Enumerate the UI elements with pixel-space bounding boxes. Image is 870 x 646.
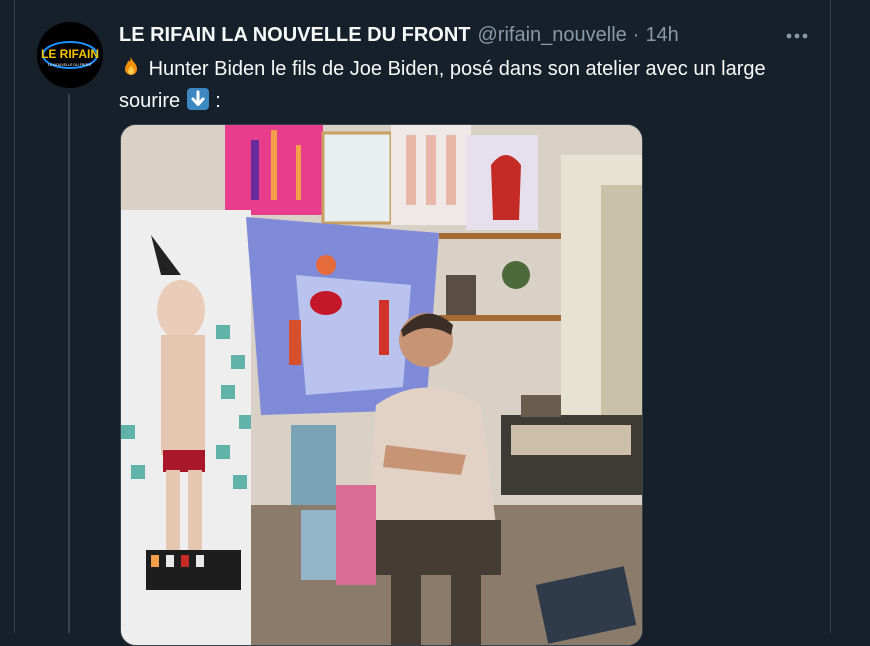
down-arrow-emoji-icon	[186, 87, 210, 119]
timeline-right-border	[830, 0, 831, 633]
tweet-timestamp[interactable]: 14h	[645, 24, 678, 47]
logo-text: LE RIFAIN	[41, 47, 99, 61]
avatar-logo: LE RIFAIN LA NOUVELLE DU FRONT	[37, 22, 103, 88]
studio-photo	[121, 125, 642, 645]
thread-line	[68, 94, 70, 633]
fire-emoji-icon	[119, 55, 143, 87]
logo-subtext: LA NOUVELLE DU FRONT	[48, 63, 93, 67]
separator-dot: ·	[632, 24, 640, 46]
tweet-text-line2: sourire	[119, 90, 181, 112]
tweet-text-line1: Hunter Biden le fils de Joe Biden, posé …	[148, 58, 766, 80]
tweet-header: LE RIFAIN LA NOUVELLE DU FRONT @rifain_n…	[119, 24, 679, 50]
timeline-left-border	[14, 0, 15, 633]
author-name[interactable]: LE RIFAIN LA NOUVELLE DU FRONT	[119, 24, 470, 47]
tweet-photo[interactable]	[120, 124, 643, 646]
avatar[interactable]: LE RIFAIN LA NOUVELLE DU FRONT	[37, 22, 103, 88]
more-options-button[interactable]	[784, 24, 810, 48]
tweet-text: Hunter Biden le fils de Joe Biden, posé …	[119, 55, 809, 119]
author-handle[interactable]: @rifain_nouvelle	[477, 24, 626, 47]
more-horizontal-icon	[786, 33, 808, 39]
tweet-text-colon: :	[215, 90, 221, 112]
